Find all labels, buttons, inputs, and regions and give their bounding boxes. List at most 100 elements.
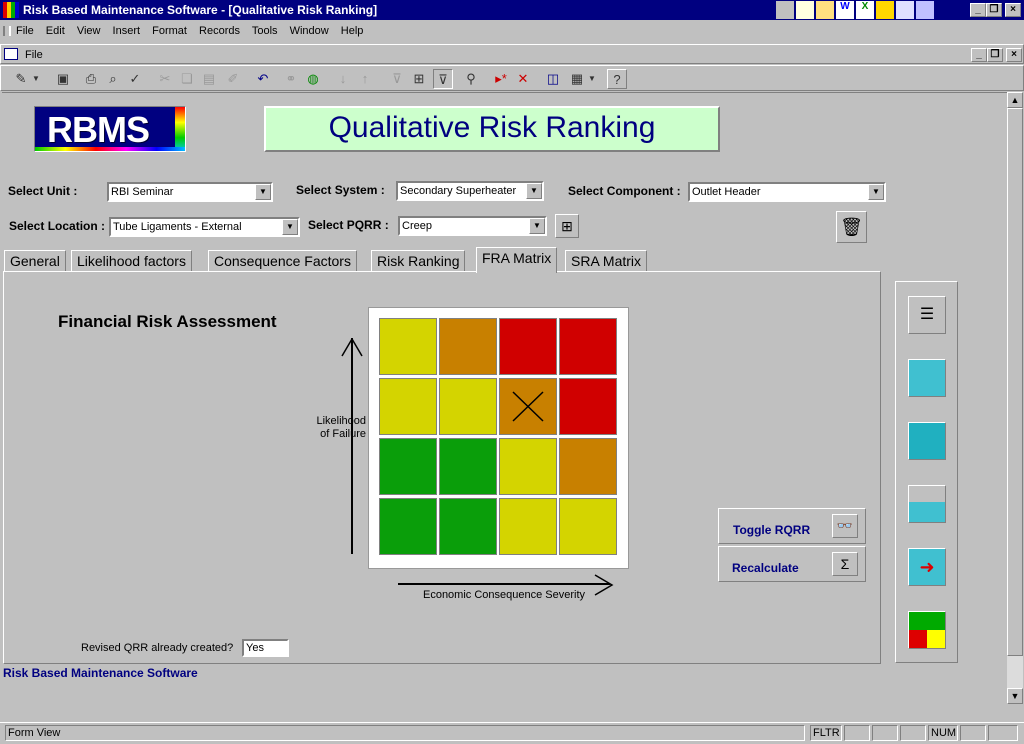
matrix-cell[interactable]	[499, 318, 557, 375]
hyperlink-icon[interactable]: ⚭	[281, 69, 301, 89]
matrix-cell[interactable]	[439, 498, 497, 555]
add-pqrr-button[interactable]: ⊞	[555, 214, 579, 238]
chevron-down-icon[interactable]: ▼	[255, 184, 271, 200]
close-icon[interactable]: ×	[1005, 3, 1021, 17]
matrix-cell[interactable]	[379, 498, 437, 555]
matrix-cell[interactable]	[439, 438, 497, 495]
menu-insert[interactable]: Insert	[113, 25, 141, 37]
recalculate-button[interactable]: Σ	[832, 552, 858, 576]
matrix-cell[interactable]	[559, 498, 617, 555]
menu-edit[interactable]: Edit	[46, 25, 65, 37]
arrow-icon: ➜	[919, 557, 935, 577]
outlook-icon[interactable]	[916, 1, 934, 19]
chevron-down-icon[interactable]: ▼	[526, 183, 542, 199]
location-combo[interactable]: Tube Ligaments - External ▼	[109, 217, 300, 237]
view-dropdown-icon[interactable]: ▼	[31, 69, 41, 89]
damage-view-button[interactable]: ➜	[908, 548, 946, 586]
restore-icon[interactable]: ❐	[986, 3, 1002, 17]
menu-format[interactable]: Format	[152, 25, 187, 37]
format-painter-icon[interactable]: ✐	[223, 69, 243, 89]
mdi-minimize-icon[interactable]: _	[971, 48, 987, 62]
matrix-cell[interactable]	[499, 378, 557, 435]
tab-consequence-factors[interactable]: Consequence Factors	[208, 250, 357, 272]
scroll-up-icon[interactable]: ▲	[1007, 92, 1023, 108]
tab-likelihood-factors[interactable]: Likelihood factors	[71, 250, 192, 272]
tab-fra-matrix[interactable]: FRA Matrix	[476, 247, 558, 273]
find-icon[interactable]: ⚲	[461, 69, 481, 89]
apply-filter-icon[interactable]: ⊽	[433, 69, 453, 89]
matrix-cell[interactable]	[559, 318, 617, 375]
revised-qrr-field[interactable]: Yes	[242, 639, 289, 657]
folder-icon[interactable]	[816, 1, 834, 19]
minimize-icon[interactable]: _	[970, 3, 986, 17]
word-icon[interactable]: W	[836, 1, 854, 19]
sort-ascending-icon[interactable]: ↓	[333, 69, 353, 89]
chevron-down-icon[interactable]: ▼	[529, 218, 545, 234]
fra-title: Financial Risk Assessment	[58, 312, 277, 331]
paste-icon[interactable]: ▤	[199, 69, 219, 89]
delete-record-icon[interactable]: ✕	[513, 69, 533, 89]
new-record-icon[interactable]: ▸*	[491, 69, 511, 89]
office-icon-1[interactable]	[776, 1, 794, 19]
matrix-cell[interactable]	[439, 378, 497, 435]
filter-by-form-icon[interactable]: ⊞	[409, 69, 429, 89]
risk-matrix-button[interactable]	[908, 611, 946, 649]
component-combo[interactable]: Outlet Header ▼	[688, 182, 886, 202]
toggle-rqrr-button[interactable]: 👓	[832, 514, 858, 538]
print-icon[interactable]: ⎙	[81, 69, 101, 89]
scroll-thumb[interactable]	[1007, 108, 1023, 656]
menu-help[interactable]: Help	[341, 25, 364, 37]
matrix-cell[interactable]	[559, 378, 617, 435]
chevron-down-icon[interactable]: ▼	[868, 184, 884, 200]
matrix-cell[interactable]	[499, 498, 557, 555]
database-window-icon[interactable]: ◫	[543, 69, 563, 89]
vertical-scrollbar[interactable]: ▲ ▼	[1007, 92, 1023, 704]
tab-general[interactable]: General	[4, 250, 66, 272]
notepad-icon[interactable]	[796, 1, 814, 19]
new-object-icon[interactable]: ▦	[567, 69, 587, 89]
list-report-button[interactable]: ☰	[908, 296, 946, 334]
mdi-close-icon[interactable]: ×	[1006, 48, 1022, 62]
system-combo[interactable]: Secondary Superheater ▼	[396, 181, 544, 201]
form-icon[interactable]	[4, 48, 18, 60]
tab-sra-matrix[interactable]: SRA Matrix	[565, 250, 648, 272]
access-icon[interactable]	[896, 1, 914, 19]
filter-by-selection-icon[interactable]: ⊽	[387, 69, 407, 89]
tab-risk-ranking[interactable]: Risk Ranking	[371, 250, 466, 272]
menu-records[interactable]: Records	[199, 25, 240, 37]
delete-button[interactable]: 🗑	[836, 211, 867, 243]
pqrr-combo[interactable]: Creep ▼	[398, 216, 547, 236]
undo-icon[interactable]: ↶	[253, 69, 273, 89]
component-view-button[interactable]	[908, 359, 946, 397]
location-view-button[interactable]	[908, 485, 946, 523]
print-preview-icon[interactable]: ⌕	[103, 69, 123, 89]
menu-tools[interactable]: Tools	[252, 25, 278, 37]
app-icon[interactable]	[3, 2, 19, 18]
scroll-down-icon[interactable]: ▼	[1007, 688, 1023, 704]
unit-combo[interactable]: RBI Seminar ▼	[107, 182, 273, 202]
mdi-restore-icon[interactable]: ❐	[987, 48, 1003, 62]
cut-icon[interactable]: ✂	[155, 69, 175, 89]
mdi-file-menu[interactable]: File	[25, 45, 43, 65]
matrix-cell[interactable]	[439, 318, 497, 375]
matrix-cell[interactable]	[379, 378, 437, 435]
key-icon[interactable]	[876, 1, 894, 19]
copy-icon[interactable]: ❏	[177, 69, 197, 89]
spelling-icon[interactable]: ✓	[125, 69, 145, 89]
new-object-dropdown-icon[interactable]: ▼	[587, 69, 597, 89]
matrix-cell[interactable]	[379, 318, 437, 375]
web-toolbar-icon[interactable]: ◍	[303, 69, 323, 89]
system-view-button[interactable]	[908, 422, 946, 460]
menu-view[interactable]: View	[77, 25, 101, 37]
excel-icon[interactable]: X	[856, 1, 874, 19]
chevron-down-icon[interactable]: ▼	[282, 219, 298, 235]
matrix-cell[interactable]	[379, 438, 437, 495]
matrix-cell[interactable]	[559, 438, 617, 495]
menu-file[interactable]: File	[16, 25, 34, 37]
sort-descending-icon[interactable]: ↑	[355, 69, 375, 89]
design-view-icon[interactable]: ✎	[11, 69, 31, 89]
save-icon[interactable]: ▣	[53, 69, 73, 89]
matrix-cell[interactable]	[499, 438, 557, 495]
menu-window[interactable]: Window	[290, 25, 329, 37]
help-icon[interactable]: ?	[607, 69, 627, 89]
